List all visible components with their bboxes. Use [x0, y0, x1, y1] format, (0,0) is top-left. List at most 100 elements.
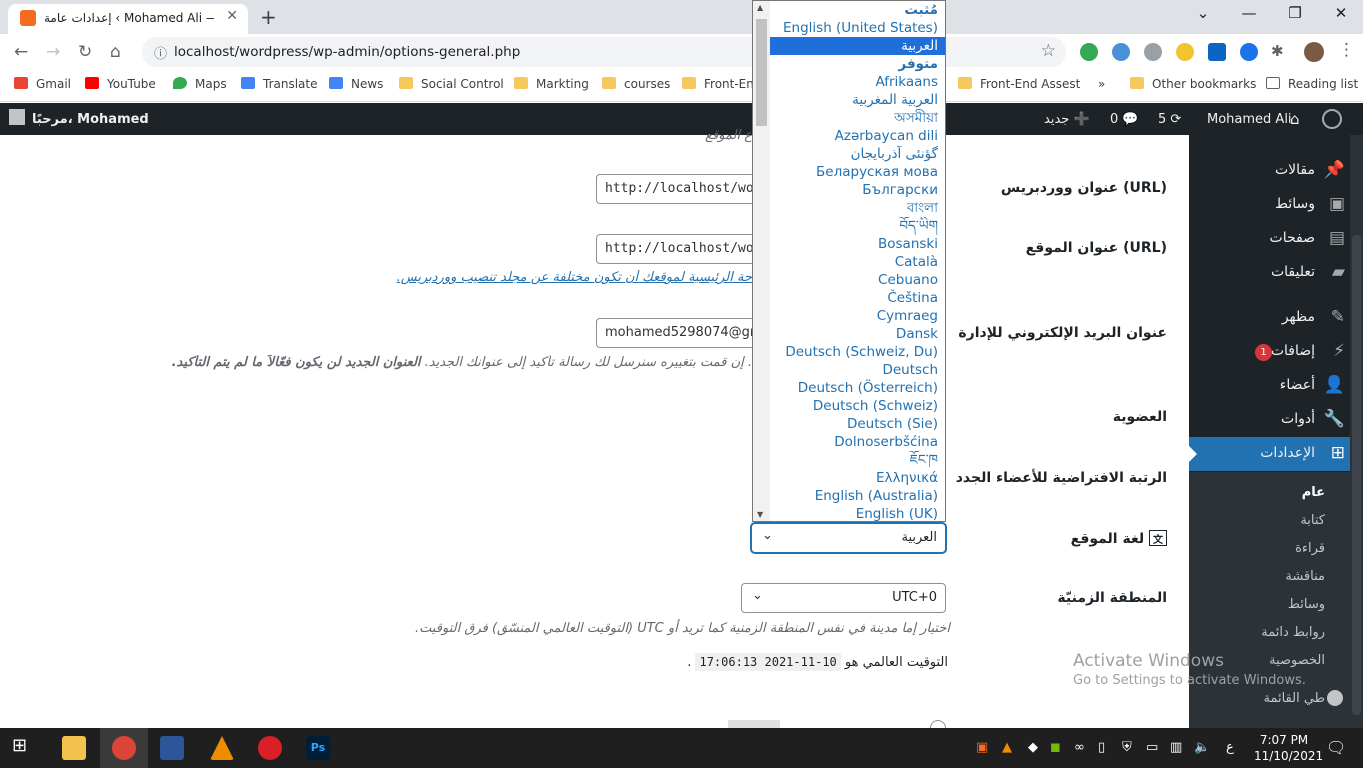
language-option[interactable]: العربية المغربية [770, 91, 945, 109]
bookmark-youtube[interactable]: YouTube [85, 77, 156, 91]
site-info-icon[interactable]: ⓘ [154, 43, 167, 62]
profile-avatar[interactable] [1304, 42, 1324, 62]
language-option[interactable]: العربية [770, 37, 945, 55]
menu-posts[interactable]: مقالات 📌 [1189, 154, 1363, 188]
submenu-discussion[interactable]: مناقشة [1285, 569, 1325, 584]
bookmark-gmail[interactable]: Gmail [14, 77, 71, 91]
bookmark-courses[interactable]: courses [602, 77, 670, 91]
vlc-tray-icon[interactable]: ▲ [1002, 740, 1012, 755]
menu-users[interactable]: أعضاء 👤 [1189, 369, 1363, 403]
close-window-icon[interactable]: ✕ [1318, 4, 1363, 22]
submenu-reading[interactable]: قراءة [1295, 541, 1325, 556]
language-option[interactable]: Deutsch (Österreich) [770, 379, 945, 397]
windows-start-icon[interactable]: ⊞ [12, 735, 36, 759]
language-option[interactable]: Cymraeg [770, 307, 945, 325]
adguard-extension-icon[interactable] [1080, 43, 1098, 61]
language-option[interactable]: Cebuano [770, 271, 945, 289]
nvidia-tray-icon[interactable]: ◼ [1050, 740, 1061, 755]
language-option[interactable]: Ελληνικά [770, 469, 945, 487]
word-icon[interactable] [160, 736, 184, 760]
language-option[interactable]: বাংলা [770, 199, 945, 217]
submenu-media[interactable]: وسائط [1288, 597, 1325, 612]
site-language-select[interactable]: العربية ⌄ [751, 523, 946, 553]
collapse-icon[interactable] [1327, 690, 1343, 706]
close-tab-icon[interactable]: ✕ [226, 8, 238, 24]
bookmark-star-icon[interactable]: ☆ [1041, 41, 1056, 61]
language-option[interactable]: گؤنئی آذربایجان [770, 145, 945, 163]
linkedin-extension-icon[interactable] [1208, 43, 1226, 61]
extension-icon[interactable] [1112, 43, 1130, 61]
date-format-radio[interactable] [930, 720, 946, 728]
language-option[interactable]: Dolnoserbšćina [770, 433, 945, 451]
admin-email-field[interactable]: mohamed5298074@gm [596, 318, 766, 348]
globe-extension-icon[interactable] [1240, 43, 1258, 61]
bookmark-other[interactable]: Other bookmarks [1130, 77, 1256, 91]
clock[interactable]: 7:07 PM 11/10/2021 [1254, 732, 1323, 764]
page-scrollbar-thumb[interactable] [1352, 235, 1361, 715]
more-bookmarks-button[interactable]: » [1098, 77, 1105, 91]
browser-tab[interactable]: إعدادات عامة ‹ Mohamed Ali — و ✕ [8, 4, 248, 34]
bookmark-front-end-assest[interactable]: Front-End Assest [958, 77, 1080, 91]
greeting[interactable]: مرحبًا، Mohamed [32, 112, 149, 127]
timezone-select[interactable]: UTC+0 ⌄ [741, 583, 946, 613]
language-option[interactable]: ཇོང་ཁ [770, 451, 945, 469]
submenu-permalinks[interactable]: روابط دائمة [1261, 625, 1325, 640]
wp-url-field[interactable]: http://localhost/wo [596, 174, 766, 204]
menu-settings[interactable]: الإعدادات ⊞ [1189, 437, 1363, 471]
usb-tray-icon[interactable]: ▯ [1098, 740, 1105, 755]
language-option[interactable]: Čeština [770, 289, 945, 307]
new-content-menu[interactable]: جديد ➕ [1044, 112, 1090, 127]
home-icon[interactable]: ⌂ [1290, 110, 1300, 128]
collapse-menu[interactable]: طي القائمة [1263, 691, 1325, 706]
reload-icon[interactable]: ↻ [78, 42, 92, 62]
language-option[interactable]: Български [770, 181, 945, 199]
comments-count[interactable]: 0 💬 [1110, 112, 1139, 127]
language-option[interactable]: བོད་ཡིག [770, 217, 945, 235]
language-option[interactable]: Deutsch (Sie) [770, 415, 945, 433]
extensions-puzzle-icon[interactable]: ✱ [1271, 42, 1284, 60]
battery-icon[interactable]: ▭ [1146, 740, 1158, 755]
scroll-down-icon[interactable]: ▼ [757, 510, 763, 519]
bookmark-translate[interactable]: Translate [241, 77, 318, 91]
tray-icon[interactable]: ◆ [1028, 740, 1038, 755]
submenu-general[interactable]: عام [1302, 485, 1325, 500]
page-scrollbar[interactable] [1350, 135, 1363, 728]
language-option[interactable]: Català [770, 253, 945, 271]
language-option[interactable]: Afrikaans [770, 73, 945, 91]
site-url-desc[interactable]: حة الرئيسية لموقعك أن تكون مختلفة عن مجل… [372, 270, 752, 285]
language-dropdown-list[interactable]: ▲ ▼ مُثبت English (United States) العربية م… [752, 0, 946, 522]
creative-cloud-icon[interactable] [258, 736, 282, 760]
bookmark-front-end[interactable]: Front-End [682, 77, 762, 91]
camera-extension-icon[interactable] [1144, 43, 1162, 61]
language-option[interactable]: Deutsch (Schweiz, Du) [770, 343, 945, 361]
language-option[interactable]: Deutsch [770, 361, 945, 379]
language-option[interactable]: English (United States) [770, 19, 945, 37]
submenu-writing[interactable]: كتابة [1300, 513, 1325, 528]
menu-pages[interactable]: صفحات ▤ [1189, 222, 1363, 256]
new-tab-button[interactable]: + [260, 5, 277, 29]
language-option[interactable]: Беларуская мова [770, 163, 945, 181]
language-option[interactable]: Bosanski [770, 235, 945, 253]
user-avatar[interactable] [9, 109, 25, 125]
menu-appearance[interactable]: مظهر ✎ [1189, 301, 1363, 335]
vlc-icon[interactable] [210, 736, 234, 760]
menu-comments[interactable]: تعليقات ▰ [1189, 256, 1363, 290]
bookmark-social-control[interactable]: Social Control [399, 77, 504, 91]
bookmark-maps[interactable]: Maps [173, 77, 227, 91]
menu-plugins[interactable]: إضافات 1 ⚡ [1189, 335, 1363, 369]
maximize-icon[interactable]: ❐ [1272, 4, 1318, 22]
language-option[interactable]: Azərbaycan dili [770, 127, 945, 145]
highlighter-extension-icon[interactable] [1176, 43, 1194, 61]
language-option[interactable]: English (Australia) [770, 487, 945, 505]
language-option[interactable]: অসমীয়া [770, 109, 945, 127]
reading-list[interactable]: Reading list [1266, 77, 1358, 91]
language-option[interactable]: Dansk [770, 325, 945, 343]
forward-icon[interactable]: → [46, 42, 60, 62]
updates-count[interactable]: 5 ⟳ [1158, 112, 1181, 127]
minimize-icon[interactable]: — [1226, 4, 1272, 22]
xampp-tray-icon[interactable]: ▣ [976, 740, 988, 755]
back-icon[interactable]: ← [14, 42, 28, 62]
chrome-icon[interactable] [112, 736, 136, 760]
language-option[interactable]: English (UK) [770, 505, 945, 521]
security-tray-icon[interactable]: ⛨ [1122, 740, 1132, 755]
